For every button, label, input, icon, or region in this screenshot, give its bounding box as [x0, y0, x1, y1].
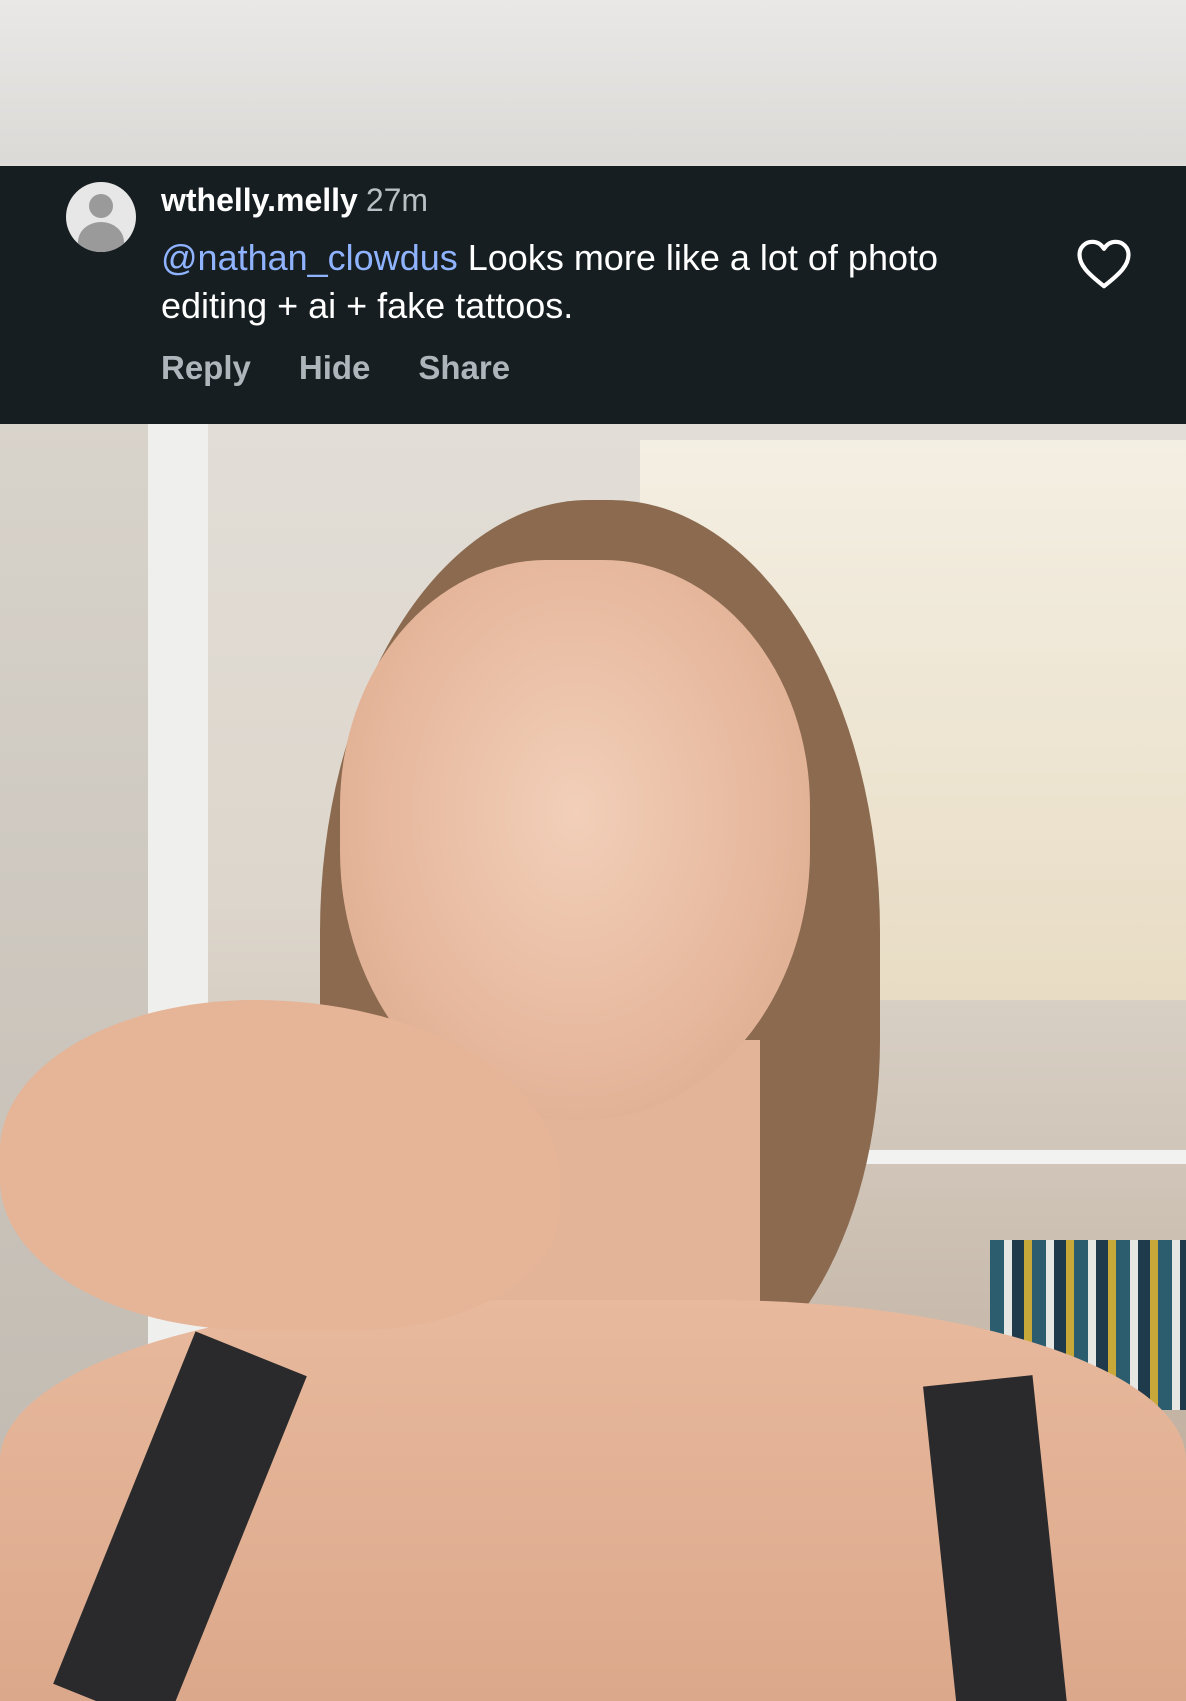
comment-card: wthelly.melly 27m @nathan_clowdus Looks m…: [0, 166, 1186, 424]
avatar-head: [89, 194, 113, 218]
avatar-body: [78, 222, 124, 252]
heart-icon[interactable]: [1076, 238, 1132, 290]
comment-text: @nathan_clowdus Looks more like a lot of…: [161, 234, 981, 330]
comment-mention-link[interactable]: @nathan_clowdus: [161, 237, 458, 278]
comment-timestamp: 27m: [365, 182, 429, 218]
comment-meta: wthelly.melly 27m: [161, 180, 428, 220]
hide-button[interactable]: Hide: [299, 349, 371, 386]
user-avatar-icon[interactable]: [66, 182, 136, 252]
share-button[interactable]: Share: [418, 349, 510, 386]
comment-username[interactable]: wthelly.melly: [161, 182, 358, 218]
comment-actions: Reply Hide Share: [161, 348, 558, 388]
reply-button[interactable]: Reply: [161, 349, 251, 386]
photo-shelf: [830, 1150, 1186, 1164]
